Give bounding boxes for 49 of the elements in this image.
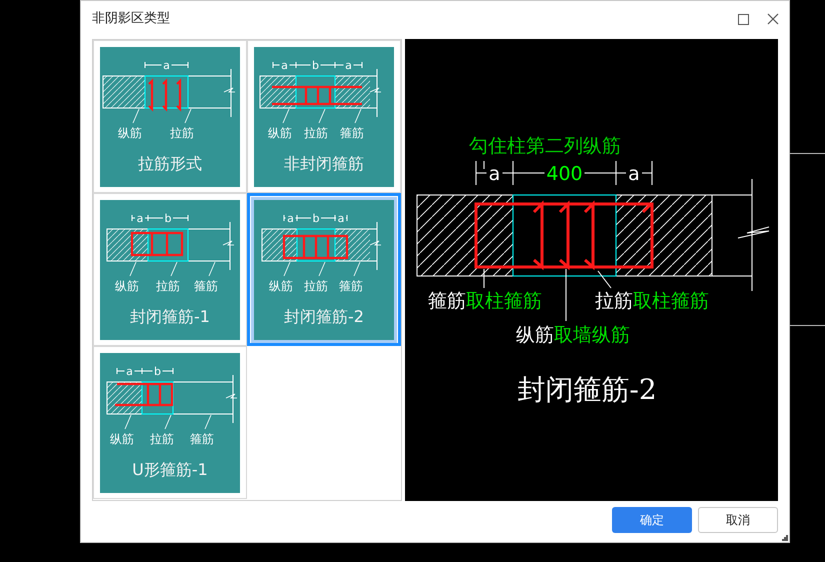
callout-label: 拉筋取柱箍筋: [595, 290, 709, 312]
rebar-label: 箍筋: [339, 278, 363, 292]
rebar-label: 箍筋: [194, 278, 218, 292]
maximize-icon[interactable]: [738, 14, 749, 24]
dimension-label: 400: [546, 163, 583, 185]
option-tile[interactable]: a 纵筋 拉筋 拉筋形式: [93, 40, 247, 193]
option-caption: 拉筋形式: [138, 154, 202, 172]
option-tile[interactable]: a b a 纵筋 拉筋 箍筋 封闭箍筋-2: [247, 193, 401, 346]
dimension-label: a: [281, 58, 288, 72]
rebar-label: 拉筋: [304, 278, 328, 292]
rebar-label: 纵筋: [269, 278, 293, 292]
callout-label: 箍筋取柱箍筋: [428, 290, 542, 312]
callout-label: 纵筋取墙纵筋: [516, 324, 630, 346]
dimension-label: a: [287, 212, 294, 224]
cancel-button[interactable]: 取消: [698, 507, 778, 533]
option-tile[interactable]: a b a 纵筋 拉筋 箍筋 非封闭箍筋: [247, 40, 401, 193]
rebar-label: 箍筋: [340, 126, 364, 140]
dimension-label: a: [126, 364, 133, 378]
dimension-label: a: [163, 58, 170, 72]
option-tile[interactable]: a b 纵筋 拉筋 箍筋 U形箍筋-1: [93, 346, 247, 499]
option-caption: 封闭箍筋-1: [130, 306, 210, 326]
ok-button[interactable]: 确定: [612, 507, 692, 533]
dimension-label: b: [164, 212, 172, 224]
dimension-label: a: [628, 163, 640, 185]
close-icon[interactable]: [767, 13, 779, 25]
option-caption: 非封闭箍筋: [284, 154, 364, 172]
dimension-label: b: [312, 212, 320, 224]
dimension-label: a: [488, 163, 500, 185]
option-tile[interactable]: a b 纵筋 拉筋 箍筋 封闭箍筋-1: [93, 193, 247, 346]
dimension-label: b: [154, 364, 161, 378]
rebar-label: 纵筋: [115, 278, 139, 292]
rebar-label: 拉筋: [150, 432, 174, 446]
rebar-label: 拉筋: [156, 278, 180, 292]
rebar-label: 纵筋: [118, 126, 142, 140]
annotation-text: 勾住柱第二列纵筋: [469, 135, 621, 157]
option-caption: U形箍筋-1: [132, 460, 208, 478]
rebar-label: 拉筋: [304, 126, 328, 140]
dimension-label: a: [345, 58, 352, 72]
rebar-label: 纵筋: [110, 432, 134, 446]
rebar-label: 拉筋: [170, 126, 194, 140]
dimension-label: b: [312, 58, 319, 72]
preview-caption: 封闭箍筋-2: [517, 373, 657, 406]
dimension-label: a: [338, 212, 344, 224]
dimension-label: a: [136, 212, 144, 224]
window-title: 非阴影区类型: [92, 10, 170, 28]
rebar-label: 纵筋: [268, 126, 292, 140]
rebar-label: 箍筋: [190, 432, 214, 446]
option-caption: 封闭箍筋-2: [284, 306, 364, 326]
resize-grip-icon[interactable]: [782, 535, 788, 541]
